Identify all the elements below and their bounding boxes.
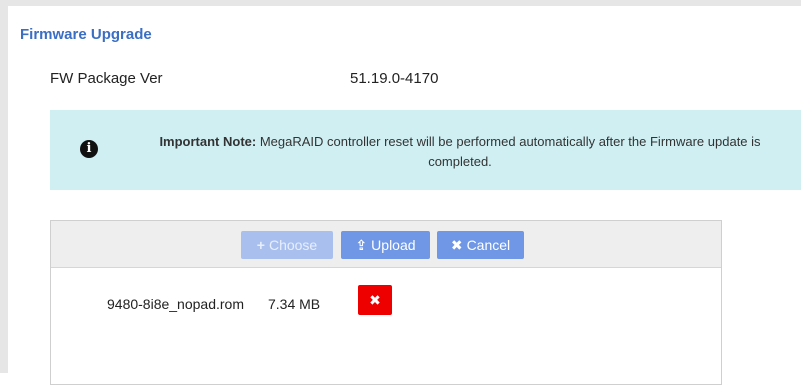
close-icon: ✖ [369, 292, 381, 308]
important-note: i Important Note: MegaRAID controller re… [50, 110, 801, 190]
cancel-button[interactable]: ✖ Cancel [437, 231, 524, 259]
fw-package-value: 51.19.0-4170 [350, 70, 439, 87]
note-body: MegaRAID controller reset will be perfor… [256, 134, 761, 169]
note-text: Important Note: MegaRAID controller rese… [140, 132, 780, 172]
uploader-toolbar: + Choose ⇪ Upload ✖ Cancel [51, 221, 721, 268]
choose-button[interactable]: + Choose [241, 231, 333, 259]
close-icon: ✖ [450, 237, 463, 253]
plus-icon: + [256, 237, 265, 253]
fw-package-label: FW Package Ver [50, 70, 163, 87]
upload-button[interactable]: ⇪ Upload [341, 231, 430, 259]
section-title: Firmware Upgrade [20, 26, 152, 43]
file-uploader: + Choose ⇪ Upload ✖ Cancel 9480-8i8e_nopad.… [50, 220, 722, 385]
file-row: 9480-8i8e_nopad.rom 7.34 MB ✖ [51, 268, 721, 328]
file-name: 9480-8i8e_nopad.rom [107, 296, 244, 312]
upload-label: Upload [371, 237, 416, 253]
note-strong: Important Note: [159, 134, 257, 149]
file-size: 7.34 MB [268, 296, 321, 312]
firmware-upgrade-panel: Firmware Upgrade FW Package Ver 51.19.0-… [0, 0, 801, 385]
cancel-label: Cancel [466, 237, 511, 253]
info-icon: i [80, 140, 98, 158]
upload-icon: ⇪ [355, 237, 368, 253]
remove-file-button[interactable]: ✖ [358, 285, 392, 315]
choose-label: Choose [268, 237, 318, 253]
